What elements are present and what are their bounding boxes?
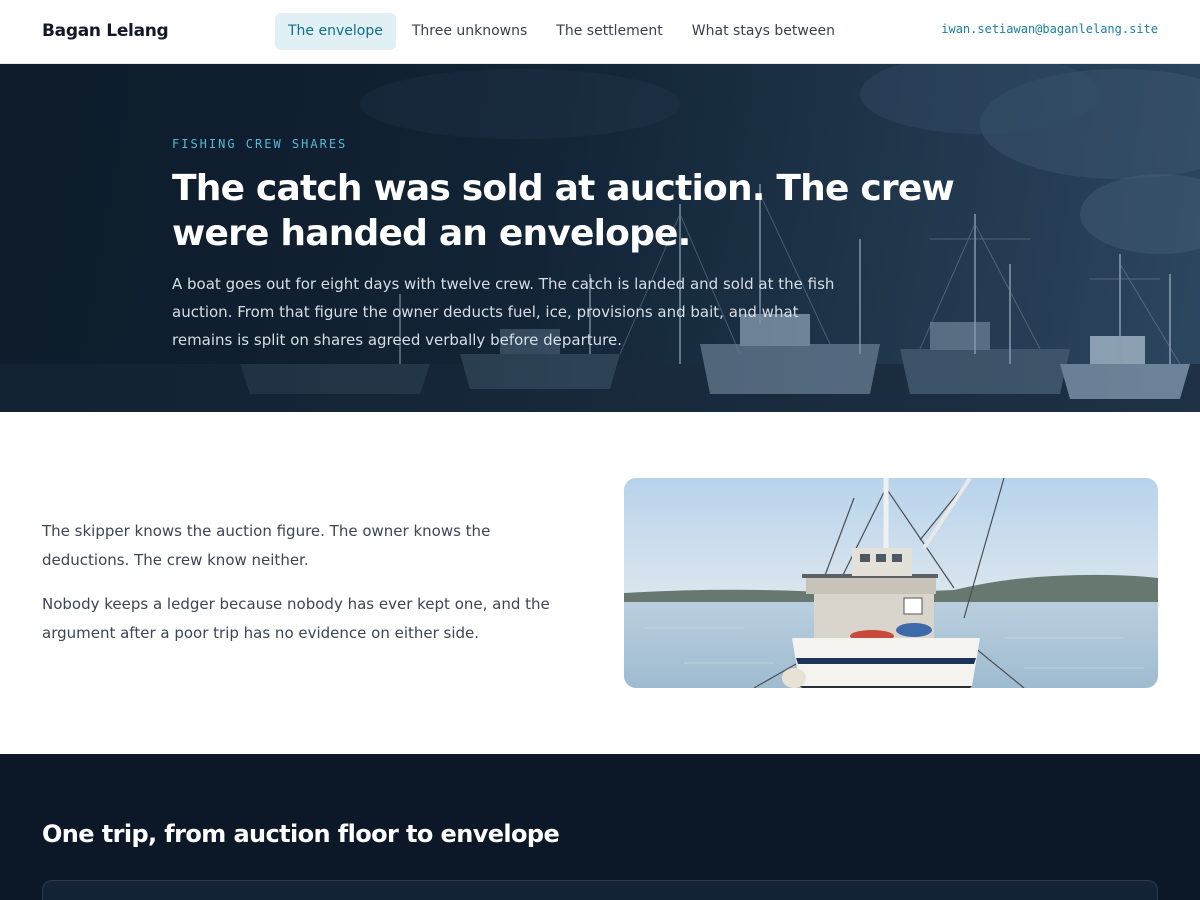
- fishing-boat-photo: [624, 478, 1158, 688]
- fishing-boat-illustration: [624, 478, 1158, 688]
- account-email[interactable]: iwan.setiawan@baganlelang.site: [941, 22, 1158, 36]
- hero-eyebrow: FISHING CREW SHARES: [172, 137, 348, 151]
- intro-text: The skipper knows the auction figure. Th…: [42, 517, 562, 648]
- nav-item-what-stays-between[interactable]: What stays between: [679, 13, 848, 50]
- nav-item-three-unknowns[interactable]: Three unknowns: [399, 13, 540, 50]
- primary-nav: The envelope Three unknowns The settleme…: [275, 13, 851, 50]
- intro-paragraph: Nobody keeps a ledger because nobody has…: [42, 595, 550, 642]
- hero-lede: A boat goes out for eight days with twel…: [172, 275, 835, 349]
- intro-paragraph: The skipper knows the auction figure. Th…: [42, 522, 491, 569]
- nav-item-the-settlement[interactable]: The settlement: [543, 13, 676, 50]
- trip-section-title: One trip, from auction floor to envelope: [42, 820, 560, 848]
- trip-timeline-card: [42, 880, 1158, 900]
- hero-section: FISHING CREW SHARES The catch was sold a…: [0, 64, 1200, 412]
- hero-title: The catch was sold at auction. The crew …: [172, 168, 955, 254]
- trip-section: One trip, from auction floor to envelope: [0, 754, 1200, 900]
- brand-logo-text[interactable]: Bagan Lelang: [42, 21, 169, 41]
- top-navigation-bar: Bagan Lelang The envelope Three unknowns…: [0, 0, 1200, 64]
- nav-item-the-envelope[interactable]: The envelope: [275, 13, 396, 50]
